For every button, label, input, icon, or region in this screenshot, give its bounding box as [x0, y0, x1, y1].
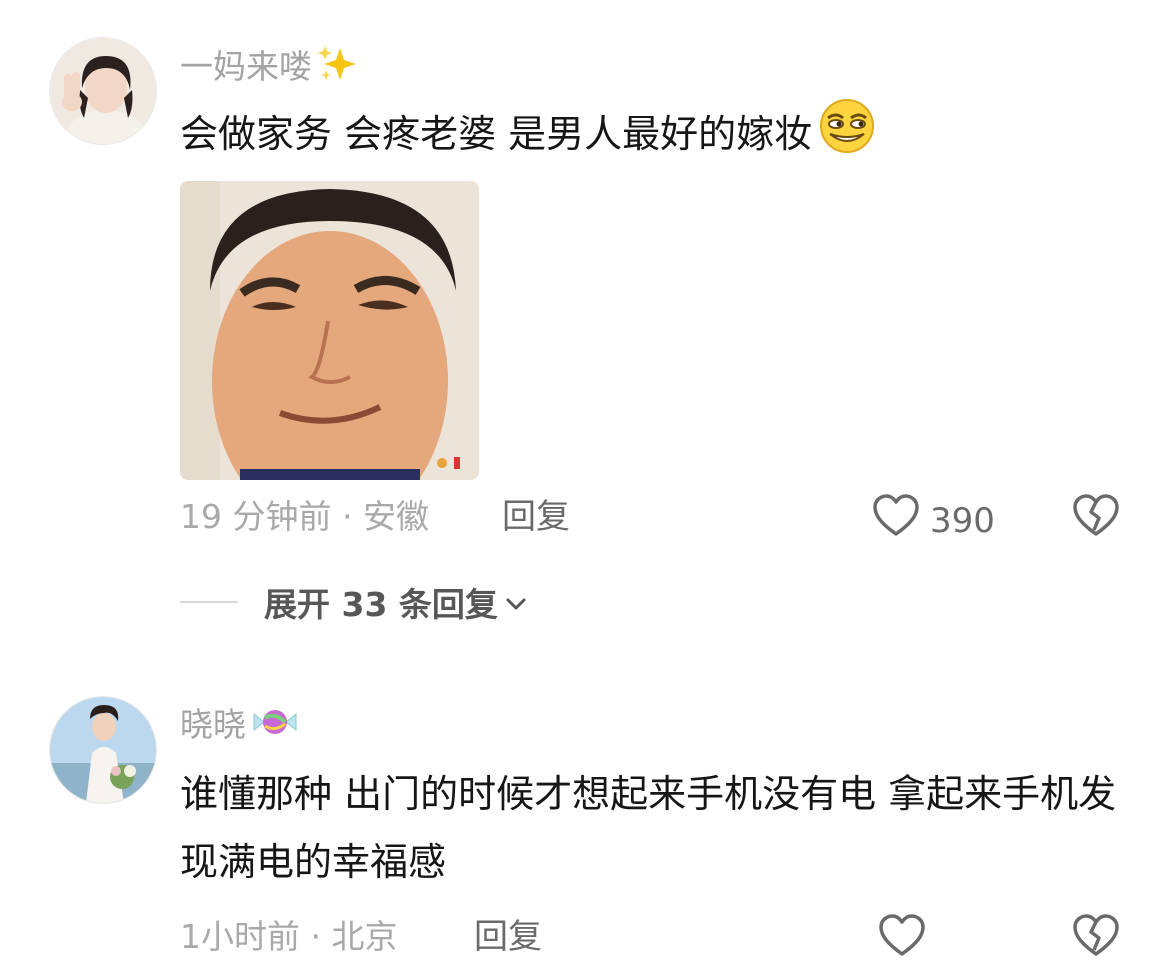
expand-replies-button[interactable]: 展开 33 条回复 [180, 578, 528, 626]
comment-time-location: 19 分钟前 · 安徽 [180, 497, 429, 536]
reply-button[interactable]: 回复 [474, 917, 542, 957]
comment-image[interactable] [180, 181, 479, 480]
broken-heart-icon [1072, 914, 1120, 962]
username[interactable]: 晓晓 [180, 702, 300, 751]
comment-time-location: 1小时前 · 北京 [180, 917, 398, 956]
sparkles-icon [316, 44, 358, 93]
avatar[interactable] [49, 37, 157, 145]
candy-icon [250, 702, 300, 751]
heart-icon [872, 494, 920, 547]
comment-text: 会做家务 会疼老婆 是男人最好的嫁妆 [180, 98, 1140, 175]
dislike-button[interactable] [1072, 914, 1120, 962]
expand-label: 展开 33 条回复 [264, 585, 498, 624]
like-button[interactable]: 390 [872, 494, 995, 547]
like-count: 390 [930, 500, 995, 541]
username[interactable]: 一妈来喽 [180, 44, 358, 93]
heart-icon [878, 914, 926, 967]
chevron-down-icon [504, 583, 528, 622]
like-button[interactable] [878, 914, 926, 967]
reply-button[interactable]: 回复 [502, 497, 570, 537]
broken-heart-icon [1072, 494, 1120, 542]
smirk-emoji [816, 98, 878, 175]
divider [180, 601, 238, 603]
comment-text: 谁懂那种 出门的时候才想起来手机没有电 拿起来手机发现满电的幸福感 [180, 772, 1117, 884]
dislike-button[interactable] [1072, 494, 1120, 542]
avatar[interactable] [49, 696, 157, 804]
